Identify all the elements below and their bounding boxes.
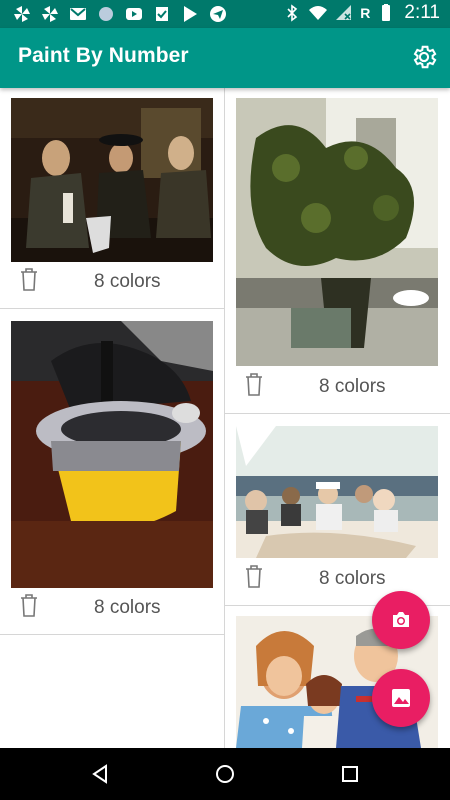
pinwheel-icon <box>42 6 58 22</box>
color-count-label: 8 colors <box>94 597 161 618</box>
circle-app-icon <box>99 7 113 21</box>
color-count-label: 8 colors <box>94 271 161 292</box>
youtube-icon <box>126 8 142 20</box>
artwork-grid: 8 colors 8 colors 8 colors 8 colors <box>0 88 450 748</box>
camera-icon <box>393 612 409 627</box>
trash-icon[interactable] <box>243 563 265 589</box>
artwork-card[interactable]: 8 colors <box>0 309 224 635</box>
artwork-card[interactable]: 8 colors <box>225 88 450 414</box>
wifi-icon <box>309 6 328 20</box>
gallery-fab[interactable] <box>372 669 430 727</box>
artwork-thumbnail[interactable] <box>11 98 213 262</box>
navigation-bar <box>0 748 450 800</box>
status-bar: R 2:11 <box>0 0 450 28</box>
system-icons: R 2:11 <box>282 2 440 24</box>
gmail-icon <box>70 8 86 20</box>
color-count-label: 8 colors <box>319 376 386 397</box>
artwork-card[interactable]: 8 colors <box>225 414 450 606</box>
check-flag-icon <box>156 7 168 21</box>
artwork-thumbnail[interactable] <box>236 426 438 558</box>
camera-fab[interactable] <box>372 591 430 649</box>
battery-icon <box>382 4 391 21</box>
home-icon[interactable] <box>213 762 237 786</box>
color-count-label: 8 colors <box>319 568 386 589</box>
trash-icon[interactable] <box>18 592 40 618</box>
recents-icon[interactable] <box>338 762 362 786</box>
no-signal-icon <box>336 5 352 20</box>
telegram-icon <box>210 6 226 22</box>
clock: 2:11 <box>404 2 440 23</box>
app-bar: Paint By Number <box>0 28 450 88</box>
gear-icon[interactable] <box>410 43 438 71</box>
app-title: Paint By Number <box>18 44 189 67</box>
pinwheel-icon <box>14 6 30 22</box>
image-icon <box>392 689 410 707</box>
roaming-indicator: R <box>360 5 371 21</box>
trash-icon[interactable] <box>243 371 265 397</box>
bluetooth-icon <box>287 4 298 22</box>
notification-icons <box>12 4 228 24</box>
trash-icon[interactable] <box>18 266 40 292</box>
artwork-card[interactable]: 8 colors <box>0 88 224 309</box>
artwork-thumbnail[interactable] <box>11 321 213 588</box>
back-icon[interactable] <box>88 762 112 786</box>
artwork-thumbnail[interactable] <box>236 98 438 366</box>
play-store-icon <box>184 6 197 22</box>
